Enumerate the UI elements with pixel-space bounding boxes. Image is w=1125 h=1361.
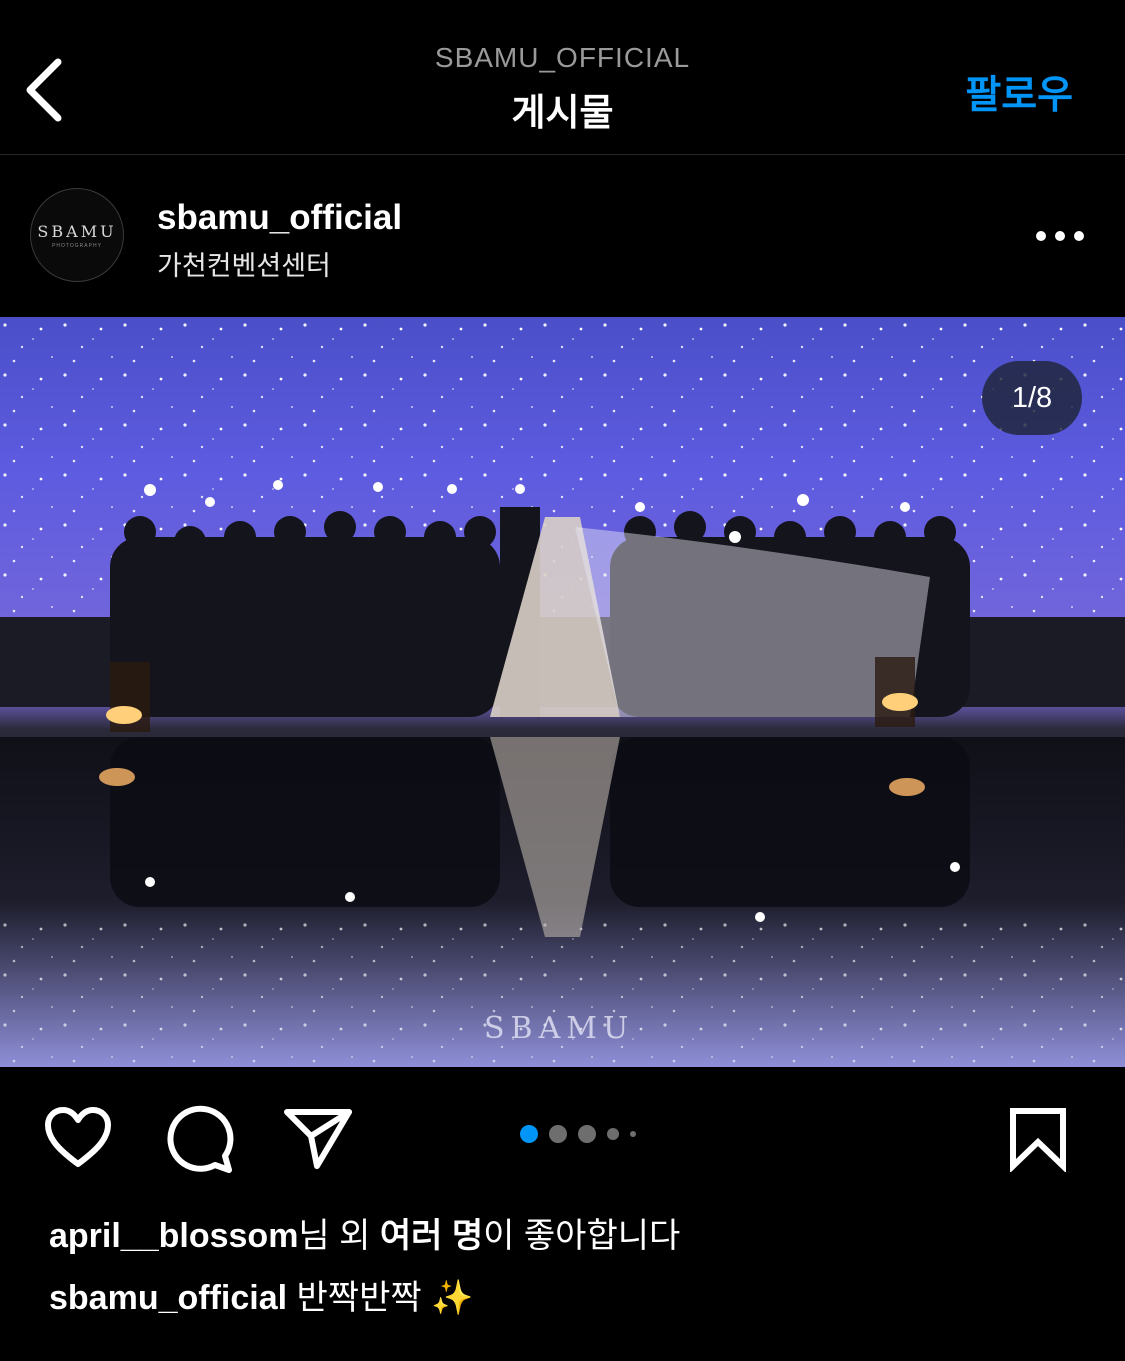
caption-username[interactable]: sbamu_official [49, 1279, 287, 1317]
carousel-dot [630, 1131, 636, 1137]
caption-text: 반짝반짝 ✨ [296, 1279, 474, 1317]
post-username[interactable]: sbamu_official [157, 198, 402, 238]
likes-others-link[interactable]: 여러 명 [380, 1217, 483, 1255]
comment-button[interactable] [163, 1104, 235, 1179]
header-title-group: SBAMU_OFFICIAL 게시물 [0, 42, 1125, 136]
carousel-indicator [520, 1124, 636, 1144]
bookmark-icon [1010, 1108, 1066, 1174]
top-nav-bar: SBAMU_OFFICIAL 게시물 팔로우 [0, 0, 1125, 155]
post-action-bar [0, 1068, 1125, 1198]
likes-summary: april__blossom님 외 여러 명이 좋아합니다 [49, 1208, 680, 1257]
wedding-photo-illustration [0, 317, 1125, 1067]
follow-button[interactable]: 팔로우 [965, 64, 1073, 120]
post-caption: sbamu_official 반짝반짝 ✨ [49, 1270, 473, 1319]
comment-icon [167, 1105, 234, 1173]
share-icon [284, 1109, 352, 1169]
image-counter-badge: 1/8 [982, 361, 1082, 435]
carousel-dot [607, 1128, 619, 1140]
carousel-dot-active [520, 1125, 538, 1143]
more-options-button[interactable] [1035, 222, 1085, 250]
photo-watermark: SBAMU [484, 1011, 635, 1046]
bookmark-button[interactable] [1008, 1106, 1068, 1177]
carousel-dot [578, 1125, 596, 1143]
carousel-dot [549, 1125, 567, 1143]
share-button[interactable] [283, 1106, 355, 1175]
likes-text-part1: 님 외 [298, 1217, 380, 1255]
header-account-name: SBAMU_OFFICIAL [434, 42, 691, 73]
heart-icon [45, 1107, 111, 1167]
page-title: 게시물 [511, 92, 614, 133]
avatar-logo-text: SBAMU [37, 221, 117, 241]
liker-username[interactable]: april__blossom [49, 1217, 298, 1255]
avatar-logo-subtext: PHOTOGRAPHY [52, 242, 102, 249]
post-header: SBAMU PHOTOGRAPHY sbamu_official 가천컨벤션센터 [0, 156, 1125, 316]
likes-text-part2: 이 좋아합니다 [483, 1217, 681, 1255]
post-image[interactable]: 1/8 SBAMU [0, 317, 1125, 1067]
avatar[interactable]: SBAMU PHOTOGRAPHY [30, 188, 124, 282]
more-icon [1036, 231, 1084, 241]
like-button[interactable] [42, 1106, 114, 1175]
post-location[interactable]: 가천컨벤션센터 [157, 244, 331, 283]
